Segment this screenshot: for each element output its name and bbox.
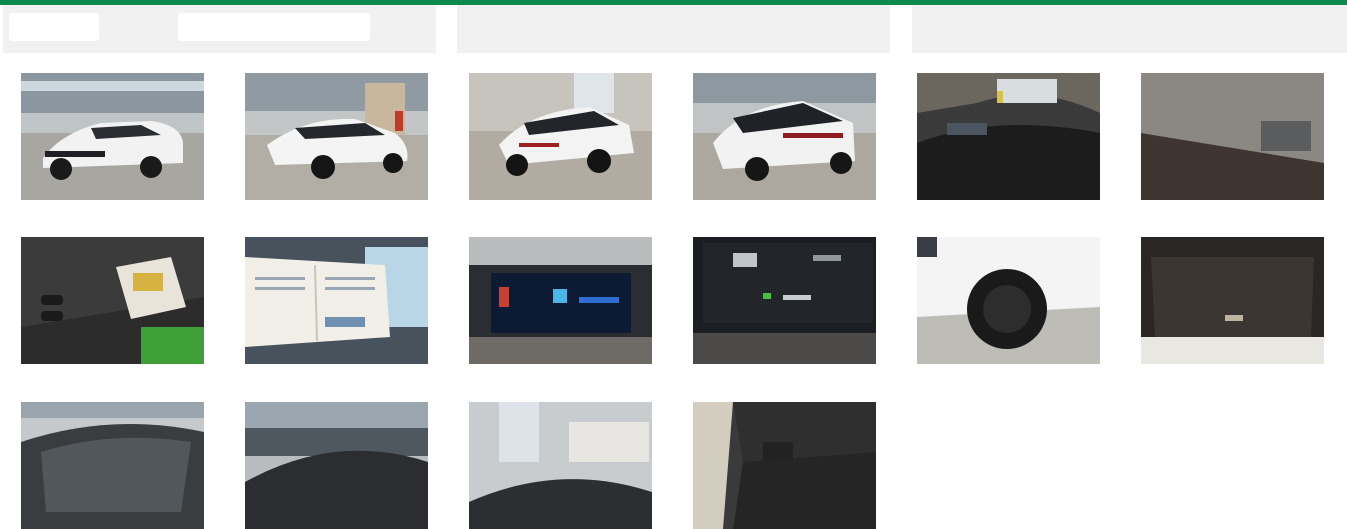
photo-thumbnail-car-headliner-sunroof[interactable] bbox=[1141, 73, 1324, 200]
photo-thumbnail-car-interior-dashboard[interactable] bbox=[917, 73, 1100, 200]
photo-thumbnail-car-service-book[interactable] bbox=[245, 237, 428, 364]
photo-thumbnail-car-exterior-front-right[interactable] bbox=[245, 73, 428, 200]
car-front-right-image bbox=[245, 73, 428, 200]
car-roof-showroom-image bbox=[245, 402, 428, 529]
car-rear-left-image bbox=[469, 73, 652, 200]
car-roof-panorama-image bbox=[469, 402, 652, 529]
car-headliner-image bbox=[1141, 73, 1324, 200]
car-rear-seat-image bbox=[693, 402, 876, 529]
car-dashboard-image bbox=[917, 73, 1100, 200]
photo-thumbnail-car-odometer-display[interactable] bbox=[693, 237, 876, 364]
car-trunk-image bbox=[1141, 237, 1324, 364]
header-panel-right bbox=[912, 5, 1347, 53]
photo-thumbnail-car-roof-panorama[interactable] bbox=[469, 402, 652, 529]
photo-thumbnail-car-exterior-front-left[interactable] bbox=[21, 73, 204, 200]
photo-thumbnail-car-rear-seat-cargo[interactable] bbox=[693, 402, 876, 529]
photo-thumbnail-car-instrument-cluster[interactable] bbox=[469, 237, 652, 364]
header-button-right[interactable] bbox=[178, 13, 370, 41]
car-service-book-image bbox=[245, 237, 428, 364]
car-front-left-image bbox=[21, 73, 204, 200]
photo-thumbnail-car-keys-and-manual[interactable] bbox=[21, 237, 204, 364]
photo-thumbnail-car-windshield[interactable] bbox=[21, 402, 204, 529]
photo-thumbnail-car-roof-showroom[interactable] bbox=[245, 402, 428, 529]
car-odometer-image bbox=[693, 237, 876, 364]
car-rear-right-image bbox=[693, 73, 876, 200]
header-panel-left bbox=[3, 5, 436, 53]
car-keys-image bbox=[21, 237, 204, 364]
car-front-wheel-image bbox=[917, 237, 1100, 364]
photo-thumbnail-car-front-wheel[interactable] bbox=[917, 237, 1100, 364]
header-panel-center bbox=[457, 5, 890, 53]
photo-thumbnail-car-exterior-rear-right[interactable] bbox=[693, 73, 876, 200]
photo-thumbnail-car-exterior-rear-left[interactable] bbox=[469, 73, 652, 200]
car-instrument-cluster-image bbox=[469, 237, 652, 364]
header-button-left[interactable] bbox=[9, 13, 99, 41]
photo-thumbnail-car-trunk-cargo[interactable] bbox=[1141, 237, 1324, 364]
car-windshield-image bbox=[21, 402, 204, 529]
